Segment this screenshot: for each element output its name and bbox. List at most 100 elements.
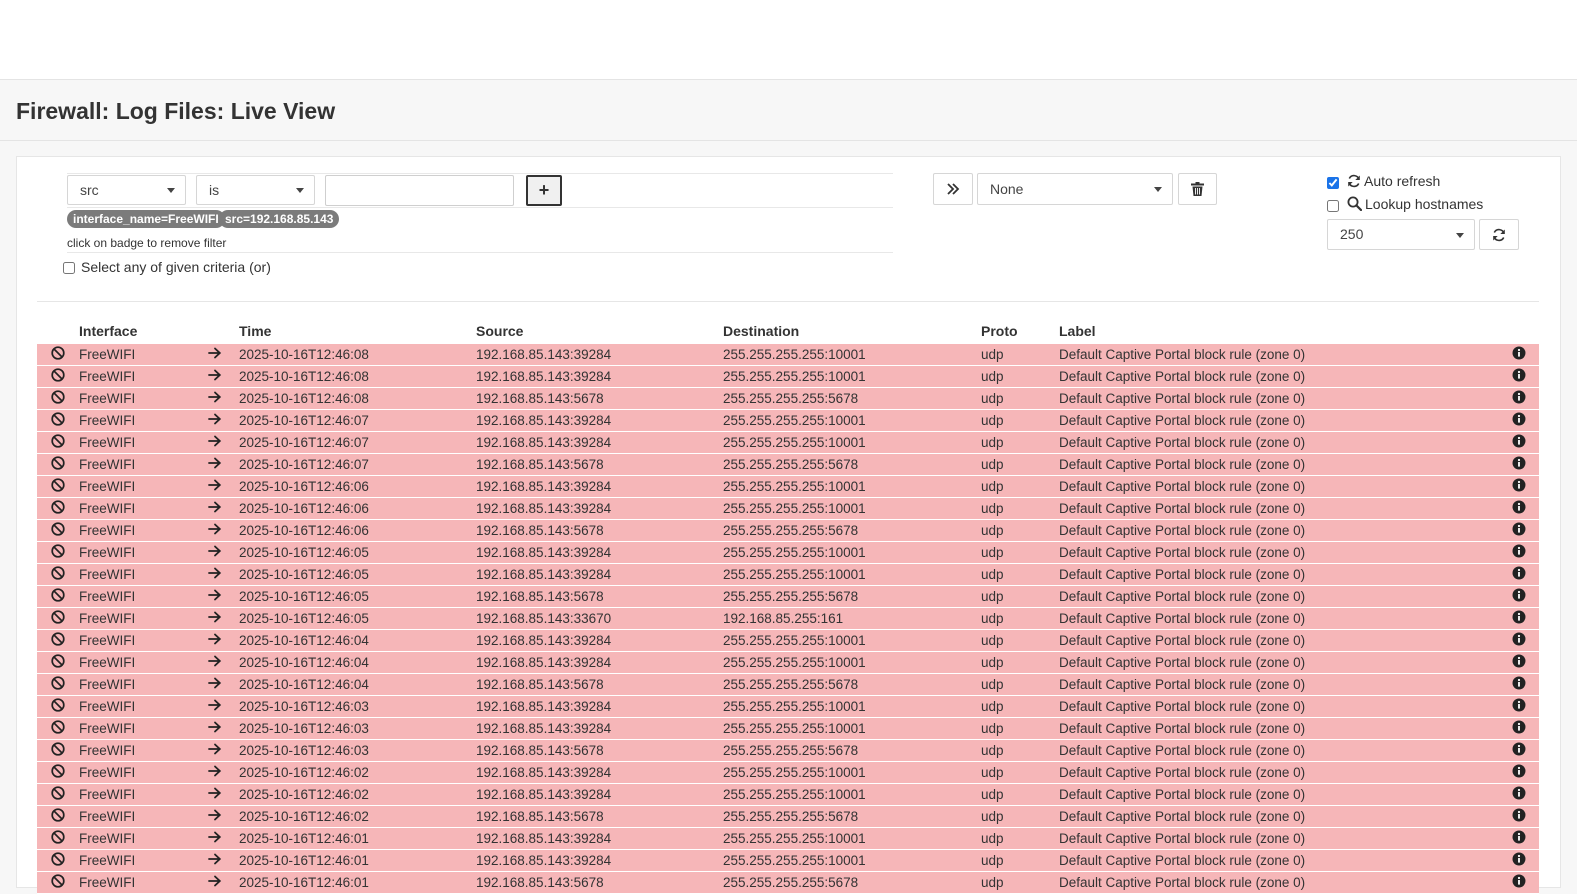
info-icon[interactable] — [1512, 368, 1526, 385]
refresh-button[interactable] — [1479, 219, 1519, 250]
cell-time: 2025-10-16T12:46:08 — [239, 344, 476, 366]
cell-interface: FreeWIFI — [79, 541, 191, 564]
cell-label: Default Captive Portal block rule (zone … — [1059, 387, 1499, 410]
table-row[interactable]: FreeWIFI 2025-10-16T12:46:06 192.168.85.14… — [37, 497, 1539, 520]
table-row[interactable]: FreeWIFI 2025-10-16T12:46:08 192.168.85.14… — [37, 387, 1539, 410]
refresh-icon — [1493, 228, 1505, 241]
cell-destination: 255.255.255.255:10001 — [723, 849, 981, 872]
block-icon — [51, 588, 65, 605]
table-row[interactable]: FreeWIFI 2025-10-16T12:46:04 192.168.85.14… — [37, 673, 1539, 696]
cell-label: Default Captive Portal block rule (zone … — [1059, 629, 1499, 652]
filter-value-input[interactable] — [325, 175, 514, 206]
cell-proto: udp — [981, 409, 1059, 432]
filter-badge-interface[interactable]: interface_name=FreeWIFI — [67, 210, 225, 228]
table-row[interactable]: FreeWIFI 2025-10-16T12:46:01 192.168.85.14… — [37, 827, 1539, 850]
cell-destination: 255.255.255.255:10001 — [723, 761, 981, 784]
row-limit-select[interactable]: 250 — [1327, 219, 1475, 250]
template-select[interactable]: None — [977, 173, 1173, 205]
cell-destination: 255.255.255.255:10001 — [723, 827, 981, 850]
info-icon[interactable] — [1512, 720, 1526, 737]
filter-badge-src[interactable]: src=192.168.85.143 — [219, 210, 340, 228]
info-icon[interactable] — [1512, 544, 1526, 561]
info-icon[interactable] — [1512, 808, 1526, 825]
info-icon-cell — [1499, 475, 1539, 498]
cell-destination: 255.255.255.255:5678 — [723, 585, 981, 608]
cell-label: Default Captive Portal block rule (zone … — [1059, 607, 1499, 630]
table-row[interactable]: FreeWIFI 2025-10-16T12:46:05 192.168.85.14… — [37, 585, 1539, 608]
filter-field-select[interactable]: src — [67, 175, 186, 205]
table-row[interactable]: FreeWIFI 2025-10-16T12:46:07 192.168.85.14… — [37, 431, 1539, 454]
info-icon[interactable] — [1512, 632, 1526, 649]
expand-template-button[interactable] — [933, 173, 973, 205]
table-row[interactable]: FreeWIFI 2025-10-16T12:46:05 192.168.85.14… — [37, 541, 1539, 564]
info-icon[interactable] — [1512, 852, 1526, 869]
info-icon[interactable] — [1512, 610, 1526, 627]
table-row[interactable]: FreeWIFI 2025-10-16T12:46:06 192.168.85.14… — [37, 519, 1539, 542]
table-row[interactable]: FreeWIFI 2025-10-16T12:46:01 192.168.85.14… — [37, 871, 1539, 894]
table-row[interactable]: FreeWIFI 2025-10-16T12:46:01 192.168.85.14… — [37, 849, 1539, 872]
table-row[interactable]: FreeWIFI 2025-10-16T12:46:04 192.168.85.14… — [37, 651, 1539, 674]
block-icon — [51, 632, 65, 649]
column-header-interface[interactable]: Interface — [79, 317, 191, 344]
info-icon[interactable] — [1512, 830, 1526, 847]
info-icon[interactable] — [1512, 676, 1526, 693]
arrow-right-icon-cell — [191, 783, 239, 806]
table-row[interactable]: FreeWIFI 2025-10-16T12:46:08 192.168.85.14… — [37, 365, 1539, 388]
info-icon[interactable] — [1512, 698, 1526, 715]
or-criteria-checkbox[interactable] — [63, 262, 75, 274]
info-icon[interactable] — [1512, 654, 1526, 671]
add-filter-button[interactable]: + — [526, 175, 562, 206]
column-header-time[interactable]: Time — [239, 317, 476, 344]
auto-refresh-checkbox[interactable] — [1327, 177, 1339, 189]
table-row[interactable]: FreeWIFI 2025-10-16T12:46:07 192.168.85.14… — [37, 453, 1539, 476]
table-row[interactable]: FreeWIFI 2025-10-16T12:46:08 192.168.85.14… — [37, 344, 1539, 366]
block-icon-cell — [37, 629, 79, 652]
info-icon[interactable] — [1512, 588, 1526, 605]
filter-operator-value: is — [209, 182, 220, 198]
delete-template-button[interactable] — [1178, 173, 1217, 205]
table-row[interactable]: FreeWIFI 2025-10-16T12:46:05 192.168.85.14… — [37, 607, 1539, 630]
cell-interface: FreeWIFI — [79, 695, 191, 718]
cell-interface: FreeWIFI — [79, 519, 191, 542]
column-header-source[interactable]: Source — [476, 317, 723, 344]
block-icon-cell — [37, 497, 79, 520]
column-header-label[interactable]: Label — [1059, 317, 1499, 344]
table-row[interactable]: FreeWIFI 2025-10-16T12:46:03 192.168.85.14… — [37, 717, 1539, 740]
filter-operator-select[interactable]: is — [196, 175, 315, 205]
info-icon-cell — [1499, 387, 1539, 410]
arrow-right-icon-cell — [191, 717, 239, 740]
table-row[interactable]: FreeWIFI 2025-10-16T12:46:05 192.168.85.14… — [37, 563, 1539, 586]
cell-interface: FreeWIFI — [79, 563, 191, 586]
arrow-right-icon — [208, 413, 222, 428]
table-row[interactable]: FreeWIFI 2025-10-16T12:46:06 192.168.85.14… — [37, 475, 1539, 498]
lookup-hostnames-checkbox[interactable] — [1327, 200, 1339, 212]
chevron-down-icon — [1456, 233, 1464, 238]
info-icon[interactable] — [1512, 522, 1526, 539]
info-icon[interactable] — [1512, 390, 1526, 407]
info-icon[interactable] — [1512, 566, 1526, 583]
info-icon[interactable] — [1512, 478, 1526, 495]
info-icon[interactable] — [1512, 456, 1526, 473]
arrow-right-icon — [208, 875, 222, 890]
info-icon[interactable] — [1512, 764, 1526, 781]
lookup-hostnames-label: Lookup hostnames — [1365, 196, 1484, 212]
column-header-proto[interactable]: Proto — [981, 317, 1059, 344]
block-icon-cell — [37, 475, 79, 498]
table-row[interactable]: FreeWIFI 2025-10-16T12:46:03 192.168.85.14… — [37, 739, 1539, 762]
column-header-destination[interactable]: Destination — [723, 317, 981, 344]
table-row[interactable]: FreeWIFI 2025-10-16T12:46:02 192.168.85.14… — [37, 805, 1539, 828]
table-row[interactable]: FreeWIFI 2025-10-16T12:46:02 192.168.85.14… — [37, 783, 1539, 806]
block-icon-cell — [37, 453, 79, 476]
info-icon[interactable] — [1512, 742, 1526, 759]
info-icon[interactable] — [1512, 500, 1526, 517]
table-row[interactable]: FreeWIFI 2025-10-16T12:46:07 192.168.85.14… — [37, 409, 1539, 432]
info-icon[interactable] — [1512, 346, 1526, 363]
table-row[interactable]: FreeWIFI 2025-10-16T12:46:04 192.168.85.14… — [37, 629, 1539, 652]
info-icon[interactable] — [1512, 786, 1526, 803]
filter-field-value: src — [80, 182, 99, 198]
table-row[interactable]: FreeWIFI 2025-10-16T12:46:03 192.168.85.14… — [37, 695, 1539, 718]
info-icon[interactable] — [1512, 412, 1526, 429]
block-icon — [51, 390, 65, 407]
table-row[interactable]: FreeWIFI 2025-10-16T12:46:02 192.168.85.14… — [37, 761, 1539, 784]
info-icon[interactable] — [1512, 434, 1526, 451]
